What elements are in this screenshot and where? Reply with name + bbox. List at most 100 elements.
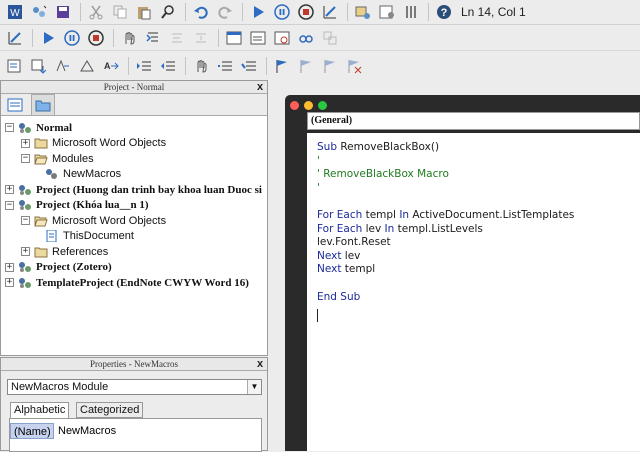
stop-icon[interactable]: [85, 28, 107, 48]
word-icon[interactable]: W: [4, 2, 26, 22]
object-select[interactable]: NewMacros Module ▼: [7, 379, 262, 395]
tree-item[interactable]: + Project (Huong dan trinh bay khoa luan …: [5, 182, 262, 197]
minimize-window-button[interactable]: [304, 101, 313, 110]
toggle-folders-icon[interactable]: [31, 94, 55, 116]
run-icon[interactable]: [37, 28, 59, 48]
collapse-icon[interactable]: −: [21, 216, 30, 225]
copy-icon[interactable]: [109, 2, 131, 22]
tree-item[interactable]: + References: [21, 244, 108, 259]
tree-item[interactable]: + Project (Zotero): [5, 260, 112, 275]
insert-module-icon[interactable]: [28, 2, 50, 22]
pause-icon[interactable]: [271, 2, 293, 22]
expand-icon[interactable]: +: [21, 138, 30, 148]
run-icon[interactable]: [247, 2, 269, 22]
properties-window-icon[interactable]: [376, 2, 398, 22]
close-button[interactable]: x: [254, 358, 266, 370]
tree-item[interactable]: − Modules: [21, 151, 94, 166]
locals-window-icon[interactable]: [223, 28, 245, 48]
close-button[interactable]: x: [254, 81, 266, 93]
quick-info-icon[interactable]: [52, 56, 74, 76]
undo-icon[interactable]: [190, 2, 212, 22]
tree-item[interactable]: − Microsoft Word Objects: [21, 213, 166, 228]
code-line[interactable]: ': [317, 155, 320, 169]
separator: [266, 57, 267, 75]
tree-item[interactable]: ThisDocument: [45, 229, 134, 244]
collapse-icon[interactable]: −: [21, 154, 30, 163]
code-line[interactable]: For Each templ In ActiveDocument.ListTem…: [317, 209, 574, 223]
code-text: ActiveDocument.ListTemplates: [409, 209, 575, 221]
property-row[interactable]: (Name) NewMacros: [10, 423, 261, 439]
code-line[interactable]: Sub RemoveBlackBox(): [317, 141, 439, 155]
call-stack-icon[interactable]: [319, 28, 341, 48]
tab-categorized[interactable]: Categorized: [76, 402, 144, 418]
outdent-icon[interactable]: [157, 56, 179, 76]
list-properties-icon[interactable]: [4, 56, 26, 76]
code-line[interactable]: End Sub: [317, 291, 360, 305]
complete-word-icon[interactable]: A: [100, 56, 122, 76]
stop-icon[interactable]: [295, 2, 317, 22]
tree-item[interactable]: + TemplateProject (EndNote CWYW Word 16): [5, 275, 249, 290]
tab-alphabetic[interactable]: Alphabetic: [10, 402, 70, 419]
expand-icon[interactable]: +: [5, 262, 14, 272]
list-constants-icon[interactable]: [28, 56, 50, 76]
collapse-icon[interactable]: −: [5, 123, 14, 132]
code-line[interactable]: ': [317, 182, 320, 196]
margin-indicator-bar[interactable]: [285, 133, 307, 451]
expand-icon[interactable]: +: [5, 185, 14, 194]
next-bookmark-icon[interactable]: [295, 56, 317, 76]
pane-splitter[interactable]: [268, 80, 285, 451]
immediate-window-icon[interactable]: [247, 28, 269, 48]
tree-item[interactable]: − Normal: [5, 120, 72, 135]
code-line[interactable]: Next lev: [317, 250, 360, 264]
tree-item[interactable]: − Project (Khóa lua__n 1): [5, 198, 149, 213]
expand-icon[interactable]: +: [5, 278, 14, 287]
toggle-breakpoint-icon[interactable]: [118, 28, 140, 48]
collapse-icon[interactable]: −: [5, 200, 14, 210]
paste-icon[interactable]: [133, 2, 155, 22]
code-line[interactable]: lev.Font.Reset: [317, 236, 391, 250]
redo-icon[interactable]: [214, 2, 236, 22]
code-editor[interactable]: Sub RemoveBlackBox() ' ' RemoveBlackBox Ma…: [307, 133, 640, 451]
text-caret: [317, 309, 318, 322]
property-value[interactable]: NewMacros: [54, 423, 116, 439]
close-window-button[interactable]: [290, 101, 299, 110]
code-text: templ: [362, 209, 400, 221]
code-line[interactable]: Next templ: [317, 263, 375, 277]
code-text: templ.ListLevels: [394, 222, 483, 235]
separator: [80, 3, 81, 21]
parameter-info-icon[interactable]: [76, 56, 98, 76]
toggle-bookmark-icon[interactable]: [271, 56, 293, 76]
code-line[interactable]: For Each lev In templ.ListLevels: [317, 223, 483, 237]
separator: [128, 57, 129, 75]
find-icon[interactable]: [157, 2, 179, 22]
breakpoint-hand-icon[interactable]: [190, 56, 212, 76]
design-mode-icon[interactable]: [319, 2, 341, 22]
toolbox-icon[interactable]: [400, 2, 422, 22]
tree-item[interactable]: NewMacros: [45, 167, 121, 182]
object-dropdown[interactable]: (General): [307, 112, 640, 130]
save-icon[interactable]: [52, 2, 74, 22]
clear-bookmarks-icon[interactable]: [343, 56, 365, 76]
code-keyword: For Each: [317, 209, 363, 221]
watch-window-icon[interactable]: [271, 28, 293, 48]
tree-item[interactable]: + Microsoft Word Objects: [21, 136, 166, 151]
step-over-icon[interactable]: [166, 28, 188, 48]
quick-watch-icon[interactable]: [295, 28, 317, 48]
expand-icon[interactable]: +: [21, 247, 30, 256]
uncomment-block-icon[interactable]: [238, 56, 260, 76]
help-icon[interactable]: ?: [433, 2, 455, 22]
previous-bookmark-icon[interactable]: [319, 56, 341, 76]
design-mode-icon[interactable]: [4, 28, 26, 48]
chevron-down-icon[interactable]: ▼: [247, 380, 261, 394]
project-explorer-icon[interactable]: [352, 2, 374, 22]
code-line[interactable]: ' RemoveBlackBox Macro: [317, 168, 449, 182]
cut-icon[interactable]: [85, 2, 107, 22]
code-text: RemoveBlackBox(): [337, 141, 440, 153]
indent-icon[interactable]: [133, 56, 155, 76]
view-code-icon[interactable]: [4, 95, 26, 115]
zoom-window-button[interactable]: [318, 101, 327, 110]
comment-block-icon[interactable]: [214, 56, 236, 76]
step-into-icon[interactable]: [142, 28, 164, 48]
pause-icon[interactable]: [61, 28, 83, 48]
step-out-icon[interactable]: [190, 28, 212, 48]
